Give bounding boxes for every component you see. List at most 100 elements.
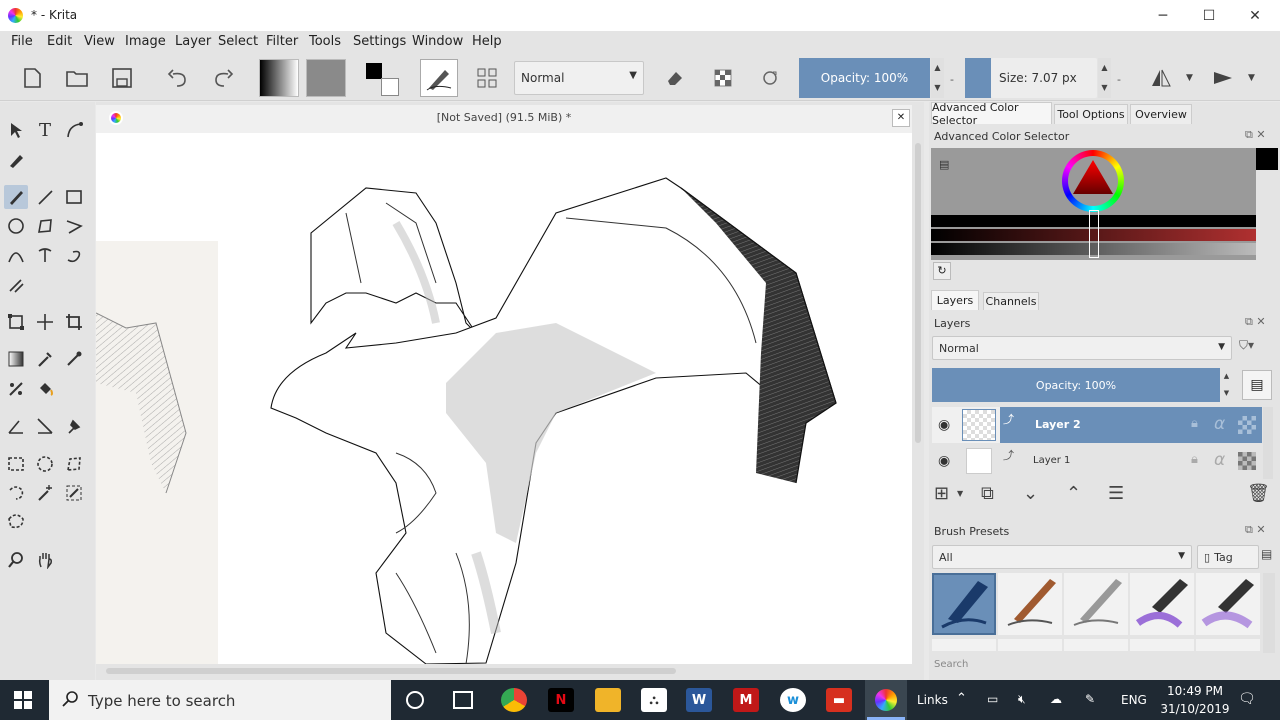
freehand-brush-icon[interactable] (4, 185, 28, 209)
smart-patch-icon[interactable] (62, 347, 86, 371)
tab-advanced-color-selector[interactable]: Advanced Color Selector (931, 101, 1052, 127)
lock-icon[interactable]: 🔒︎ (1191, 452, 1198, 467)
tab-overview[interactable]: Overview (1130, 104, 1192, 124)
float-close-icons[interactable]: ⧉ ✕ (1245, 128, 1266, 142)
blend-mode-select[interactable]: Normal ▼ (514, 61, 644, 95)
duplicate-layer-icon[interactable]: ⧉ (981, 483, 994, 504)
undo-icon[interactable] (163, 63, 193, 93)
crop-tool-icon[interactable] (62, 310, 86, 334)
battery-icon[interactable]: ▭ (987, 692, 998, 706)
clock-time[interactable]: 10:49 PM (1160, 684, 1230, 698)
bezier-tool-icon[interactable] (4, 243, 28, 267)
add-layer-icon[interactable]: ⊞ (934, 483, 949, 504)
tab-channels[interactable]: Channels (983, 292, 1039, 310)
brush-preset-tile[interactable] (1130, 573, 1194, 635)
alpha-icon[interactable]: α (1214, 414, 1225, 434)
volume-muted-icon[interactable]: 🔇︎ (1018, 692, 1026, 707)
size-slider-fill[interactable] (965, 58, 991, 98)
layer-name[interactable]: Layer 1 (1033, 455, 1070, 466)
document-tab[interactable]: [Not Saved] (91.5 MiB) * ✕ (96, 105, 912, 133)
layer-opacity-slider[interactable]: Opacity: 100% (932, 368, 1220, 402)
color-menu-icon[interactable]: ▤ (939, 158, 949, 171)
select-shapes-icon[interactable] (4, 118, 28, 142)
menu-tools[interactable]: Tools (309, 34, 341, 49)
layer-properties-icon[interactable]: ▤ (1242, 370, 1272, 400)
opacity-slider[interactable]: Opacity: 100% (799, 58, 930, 98)
brush-preset-tile[interactable] (998, 573, 1062, 635)
zoom-tool-icon[interactable] (4, 548, 28, 572)
ellipse-tool-icon[interactable] (4, 214, 28, 238)
vertical-scroll-thumb[interactable] (915, 143, 921, 443)
chevron-down-icon[interactable]: ▼ (1248, 73, 1255, 83)
delete-layer-icon[interactable]: 🗑︎ (1247, 483, 1270, 504)
eye-icon[interactable]: ◉ (938, 417, 950, 433)
text-tool-icon[interactable]: T (33, 118, 57, 142)
menu-view[interactable]: View (84, 34, 115, 49)
reference-pin-icon[interactable] (62, 414, 86, 438)
eye-icon[interactable]: ◉ (938, 453, 950, 469)
language-indicator[interactable]: ENG (1121, 693, 1147, 707)
chevron-down-icon[interactable]: ▼ (1186, 73, 1193, 83)
ellipse-select-icon[interactable] (33, 452, 57, 476)
polygon-select-icon[interactable] (62, 452, 86, 476)
drawing-canvas[interactable] (96, 133, 912, 664)
opacity-spin[interactable]: ▲ ▼ (931, 58, 944, 98)
float-close-icons-2[interactable]: ⧉ ✕ (1245, 315, 1266, 329)
chevron-down-icon[interactable]: ▼ (957, 489, 963, 498)
tab-tool-options[interactable]: Tool Options (1054, 104, 1128, 124)
menu-file[interactable]: File (11, 34, 33, 49)
links-toolbar[interactable]: Links (917, 693, 948, 707)
layer-row[interactable]: ◉ ⤴ Layer 2 🔒︎ α (932, 407, 1262, 443)
brush-preset-tile[interactable] (1196, 573, 1260, 635)
pan-tool-icon[interactable] (33, 548, 57, 572)
layer-opacity-spin[interactable]: ▲ ▼ (1221, 368, 1232, 402)
bezier-select-icon[interactable] (4, 510, 28, 534)
transform-tool-icon[interactable] (4, 310, 28, 334)
tag-button[interactable]: ▯ Tag (1197, 545, 1259, 569)
word-icon[interactable]: W (686, 688, 712, 712)
pattern-selector-icon[interactable] (306, 59, 346, 97)
mcafee-icon[interactable]: M (733, 688, 759, 712)
maximize-button[interactable]: ☐ (1186, 0, 1232, 31)
layer-row[interactable]: ◉ ⤴ Layer 1 🔒︎ α (932, 443, 1262, 479)
menu-settings[interactable]: Settings (353, 34, 406, 49)
krita-taskbar-item[interactable] (865, 680, 907, 720)
float-close-icons-3[interactable]: ⧉ ✕ (1245, 523, 1266, 537)
move-up-icon[interactable]: ⌃ (1066, 483, 1081, 504)
store-icon[interactable]: ⛬ (641, 688, 667, 712)
workspace-icon[interactable] (472, 63, 502, 93)
pen-icon[interactable]: ✎ (1085, 692, 1095, 706)
close-button[interactable]: ✕ (1232, 0, 1278, 31)
refresh-icon[interactable]: ↻ (933, 262, 951, 280)
chevron-up-icon[interactable]: ⌃ (956, 691, 967, 706)
network-icon[interactable]: ☁ (1050, 692, 1062, 706)
inherit-alpha-icon[interactable] (1238, 452, 1256, 470)
move-down-icon[interactable]: ⌄ (1023, 483, 1038, 504)
color-selector-widget[interactable]: ▤ (931, 148, 1256, 260)
vertical-scrollbar[interactable] (912, 133, 924, 664)
alpha-icon[interactable]: α (1214, 450, 1225, 470)
line-tool-icon[interactable] (33, 185, 57, 209)
windows-start-icon[interactable] (14, 691, 32, 713)
hue-ring[interactable] (1062, 150, 1124, 212)
reload-preset-icon[interactable] (755, 63, 785, 93)
presets-scrollbar[interactable] (1263, 573, 1275, 653)
gradient-tool-icon[interactable] (4, 347, 28, 371)
size-spin[interactable]: ▲ ▼ (1098, 58, 1111, 98)
preset-search-field[interactable]: Search (934, 659, 968, 670)
inherit-alpha-icon[interactable] (1238, 416, 1256, 434)
close-document-button[interactable]: ✕ (892, 109, 910, 127)
freehand-select-icon[interactable] (4, 481, 28, 505)
fill-tool-icon[interactable] (33, 377, 57, 401)
file-explorer-icon[interactable] (595, 688, 621, 712)
calligraphy-icon[interactable] (4, 148, 28, 172)
taskbar-search-box[interactable]: Type here to search (49, 680, 391, 720)
new-document-icon[interactable] (17, 63, 47, 93)
brush-preset-icon[interactable] (420, 59, 458, 97)
lock-icon[interactable]: 🔒︎ (1191, 416, 1198, 431)
menu-select[interactable]: Select (218, 34, 258, 49)
dynamic-brush-icon[interactable] (62, 243, 86, 267)
redo-icon[interactable] (208, 63, 238, 93)
menu-edit[interactable]: Edit (47, 34, 72, 49)
layers-scrollbar[interactable] (1263, 407, 1273, 479)
